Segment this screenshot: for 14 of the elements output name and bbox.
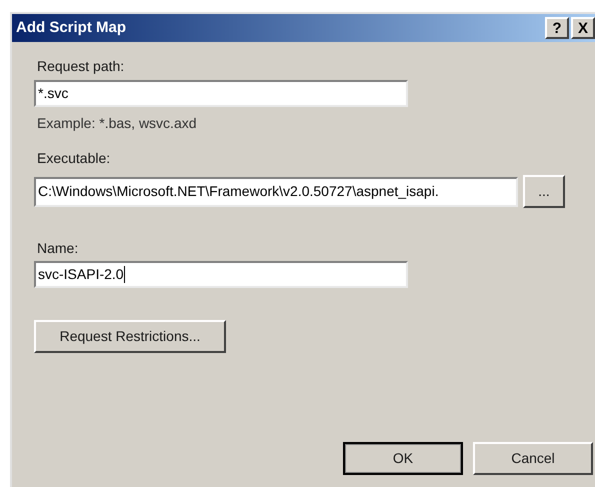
window-title: Add Script Map (16, 18, 126, 38)
field-label: Name: (36, 239, 80, 258)
browse-button[interactable]: ... (523, 175, 565, 208)
ok-button[interactable]: OK (343, 442, 463, 475)
text-field[interactable]: C:\Windows\Microsoft.NET\Framework\v2.0.50727\aspnet_isapi. (34, 176, 518, 206)
help-button[interactable]: ? (545, 17, 569, 39)
request-restrictions-button[interactable]: Request Restrictions... (34, 320, 226, 353)
hint-text: Example: *.bas, wsvc.axd (36, 114, 198, 133)
text-field[interactable]: svc-ISAPI-2.0 (34, 261, 408, 288)
field-label: Request path: (36, 57, 126, 76)
text-field[interactable]: *.svc (34, 80, 408, 107)
cancel-button[interactable]: Cancel (473, 442, 593, 475)
field-label: Executable: (36, 149, 112, 168)
close-button[interactable]: X (571, 17, 595, 39)
